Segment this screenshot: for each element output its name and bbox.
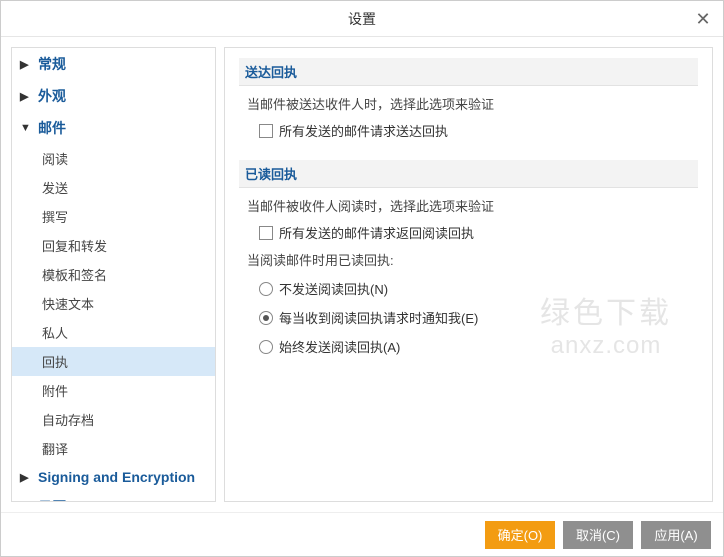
radio-label: 不发送阅读回执(N) bbox=[279, 279, 388, 298]
sidebar-section-mail[interactable]: ▼ 邮件 bbox=[12, 112, 215, 144]
close-icon[interactable]: ✕ bbox=[693, 9, 713, 30]
cancel-button[interactable]: 取消(C) bbox=[563, 521, 633, 549]
sidebar-section-label: Signing and Encryption bbox=[38, 469, 195, 485]
titlebar: 设置 ✕ bbox=[1, 1, 723, 37]
apply-button[interactable]: 应用(A) bbox=[641, 521, 711, 549]
ok-button[interactable]: 确定(O) bbox=[485, 521, 555, 549]
sidebar-section-appearance[interactable]: ▶ 外观 bbox=[12, 80, 215, 112]
sidebar-section-label: 外观 bbox=[38, 86, 66, 106]
read-checkbox-row[interactable]: 所有发送的邮件请求返回阅读回执 bbox=[259, 223, 690, 242]
checkbox-icon bbox=[259, 124, 273, 138]
radio-always-send[interactable]: 始终发送阅读回执(A) bbox=[259, 337, 690, 356]
delivery-desc: 当邮件被送达收件人时，选择此选项来验证 bbox=[247, 94, 690, 113]
read-checkbox-label: 所有发送的邮件请求返回阅读回执 bbox=[279, 223, 474, 242]
sidebar-item-reply-forward[interactable]: 回复和转发 bbox=[12, 231, 215, 260]
section-body-read: 当邮件被收件人阅读时，选择此选项来验证 所有发送的邮件请求返回阅读回执 当阅读邮… bbox=[239, 196, 698, 378]
read-desc: 当邮件被收件人阅读时，选择此选项来验证 bbox=[247, 196, 690, 215]
radio-never-send[interactable]: 不发送阅读回执(N) bbox=[259, 279, 690, 298]
dialog-footer: 确定(O) 取消(C) 应用(A) bbox=[1, 512, 723, 556]
sidebar-section-general[interactable]: ▶ 常规 bbox=[12, 48, 215, 80]
radio-icon bbox=[259, 311, 273, 325]
sidebar-item-autoarchive[interactable]: 自动存档 bbox=[12, 405, 215, 434]
sidebar-item-quicktext[interactable]: 快速文本 bbox=[12, 289, 215, 318]
sidebar-section-label: 常规 bbox=[38, 54, 66, 74]
read-radio-group: 不发送阅读回执(N) 每当收到阅读回执请求时通知我(E) 始终发送阅读回执(A) bbox=[259, 279, 690, 356]
read-subdesc: 当阅读邮件时用已读回执: bbox=[247, 250, 690, 269]
sidebar-item-private[interactable]: 私人 bbox=[12, 318, 215, 347]
sidebar-item-translate[interactable]: 翻译 bbox=[12, 434, 215, 463]
arrow-right-icon: ▶ bbox=[20, 90, 32, 103]
arrow-down-icon: ▼ bbox=[20, 122, 32, 134]
sidebar-item-attachments[interactable]: 附件 bbox=[12, 376, 215, 405]
dialog-body: ▶ 常规 ▶ 外观 ▼ 邮件 阅读 发送 撰写 回复和转发 模板和签名 bbox=[1, 37, 723, 512]
sidebar-item-receipts[interactable]: 回执 bbox=[12, 347, 215, 376]
section-title-read: 已读回执 bbox=[239, 160, 698, 188]
sidebar-section-calendar[interactable]: ▶ 日历 bbox=[12, 491, 215, 502]
radio-icon bbox=[259, 282, 273, 296]
sidebar-section-label: 日历 bbox=[38, 497, 66, 502]
delivery-checkbox-row[interactable]: 所有发送的邮件请求送达回执 bbox=[259, 121, 690, 140]
arrow-right-icon: ▶ bbox=[20, 471, 32, 484]
sidebar-item-compose[interactable]: 撰写 bbox=[12, 202, 215, 231]
section-body-delivery: 当邮件被送达收件人时，选择此选项来验证 所有发送的邮件请求送达回执 bbox=[239, 94, 698, 160]
sidebar-section-signing[interactable]: ▶ Signing and Encryption bbox=[12, 463, 215, 491]
arrow-right-icon: ▶ bbox=[20, 58, 32, 71]
sidebar-item-read[interactable]: 阅读 bbox=[12, 144, 215, 173]
arrow-right-icon: ▶ bbox=[20, 501, 32, 503]
radio-label: 每当收到阅读回执请求时通知我(E) bbox=[279, 308, 478, 327]
dialog-title: 设置 bbox=[348, 9, 376, 29]
sidebar-item-templates[interactable]: 模板和签名 bbox=[12, 260, 215, 289]
radio-notify-me[interactable]: 每当收到阅读回执请求时通知我(E) bbox=[259, 308, 690, 327]
section-title-delivery: 送达回执 bbox=[239, 58, 698, 86]
delivery-checkbox-label: 所有发送的邮件请求送达回执 bbox=[279, 121, 448, 140]
sidebar: ▶ 常规 ▶ 外观 ▼ 邮件 阅读 发送 撰写 回复和转发 模板和签名 bbox=[11, 47, 216, 502]
checkbox-icon bbox=[259, 226, 273, 240]
sidebar-item-send[interactable]: 发送 bbox=[12, 173, 215, 202]
radio-icon bbox=[259, 340, 273, 354]
radio-label: 始终发送阅读回执(A) bbox=[279, 337, 400, 356]
settings-dialog: 设置 ✕ ▶ 常规 ▶ 外观 ▼ 邮件 阅读 bbox=[0, 0, 724, 557]
content-panel: 送达回执 当邮件被送达收件人时，选择此选项来验证 所有发送的邮件请求送达回执 已… bbox=[224, 47, 713, 502]
sidebar-section-label: 邮件 bbox=[38, 118, 66, 138]
